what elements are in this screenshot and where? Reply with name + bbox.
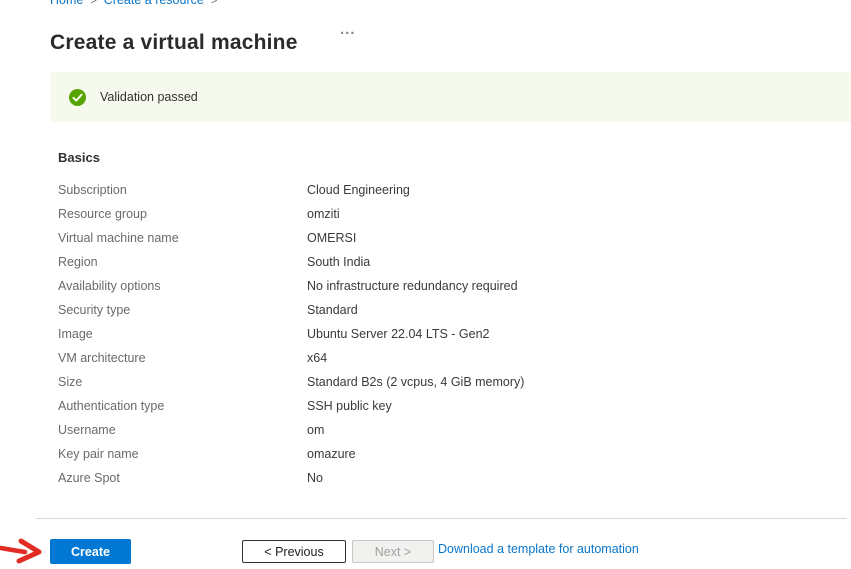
row-value: x64	[307, 351, 327, 365]
summary-row-key-pair-name: Key pair nameomazure	[58, 442, 831, 466]
row-value: South India	[307, 255, 370, 269]
summary-row-availability-options: Availability optionsNo infrastructure re…	[58, 274, 831, 298]
breadcrumb-home-link[interactable]: Home	[50, 0, 83, 7]
validation-message: Validation passed	[100, 90, 198, 104]
row-label: Resource group	[58, 207, 307, 221]
summary-row-vm-name: Virtual machine nameOMERSI	[58, 226, 831, 250]
row-value: No	[307, 471, 323, 485]
row-label: VM architecture	[58, 351, 307, 365]
create-button[interactable]: Create	[50, 539, 131, 564]
summary-row-authentication-type: Authentication typeSSH public key	[58, 394, 831, 418]
row-value: Cloud Engineering	[307, 183, 410, 197]
row-label: Azure Spot	[58, 471, 307, 485]
row-label: Subscription	[58, 183, 307, 197]
row-value: Standard	[307, 303, 358, 317]
page-title: Create a virtual machine	[50, 31, 298, 55]
breadcrumb-create-resource-link[interactable]: Create a resource	[104, 0, 204, 7]
row-label: Authentication type	[58, 399, 307, 413]
summary-row-subscription: SubscriptionCloud Engineering	[58, 178, 831, 202]
summary-row-resource-group: Resource groupomziti	[58, 202, 831, 226]
next-button: Next >	[352, 540, 434, 563]
breadcrumb-separator: >	[211, 0, 217, 7]
row-value: Standard B2s (2 vcpus, 4 GiB memory)	[307, 375, 524, 389]
download-template-link[interactable]: Download a template for automation	[438, 542, 639, 556]
basics-summary-table: SubscriptionCloud Engineering Resource g…	[58, 178, 831, 490]
row-value: Ubuntu Server 22.04 LTS - Gen2	[307, 327, 490, 341]
row-label: Username	[58, 423, 307, 437]
previous-button[interactable]: < Previous	[242, 540, 346, 563]
breadcrumb: Home > Create a resource >	[50, 0, 224, 7]
summary-row-username: Usernameom	[58, 418, 831, 442]
summary-row-region: RegionSouth India	[58, 250, 831, 274]
row-label: Virtual machine name	[58, 231, 307, 245]
row-label: Region	[58, 255, 307, 269]
row-label: Size	[58, 375, 307, 389]
row-value: omziti	[307, 207, 340, 221]
row-label: Security type	[58, 303, 307, 317]
row-value: om	[307, 423, 324, 437]
summary-row-image: ImageUbuntu Server 22.04 LTS - Gen2	[58, 322, 831, 346]
summary-row-vm-architecture: VM architecturex64	[58, 346, 831, 370]
more-options-icon[interactable]: ...	[336, 20, 360, 39]
validation-banner: Validation passed	[50, 72, 851, 122]
checkmark-circle-icon	[69, 89, 86, 106]
row-value: No infrastructure redundancy required	[307, 279, 518, 293]
row-value: omazure	[307, 447, 356, 461]
footer-divider	[36, 518, 847, 519]
create-vm-review-page: Home > Create a resource > Create a virtual…	[0, 0, 851, 569]
red-arrow-annotation	[0, 538, 48, 566]
row-label: Availability options	[58, 279, 307, 293]
summary-row-azure-spot: Azure SpotNo	[58, 466, 831, 490]
summary-row-security-type: Security typeStandard	[58, 298, 831, 322]
row-value: SSH public key	[307, 399, 392, 413]
row-label: Image	[58, 327, 307, 341]
section-heading-basics: Basics	[58, 150, 100, 165]
row-value: OMERSI	[307, 231, 356, 245]
summary-row-size: SizeStandard B2s (2 vcpus, 4 GiB memory)	[58, 370, 831, 394]
row-label: Key pair name	[58, 447, 307, 461]
breadcrumb-separator: >	[90, 0, 96, 7]
